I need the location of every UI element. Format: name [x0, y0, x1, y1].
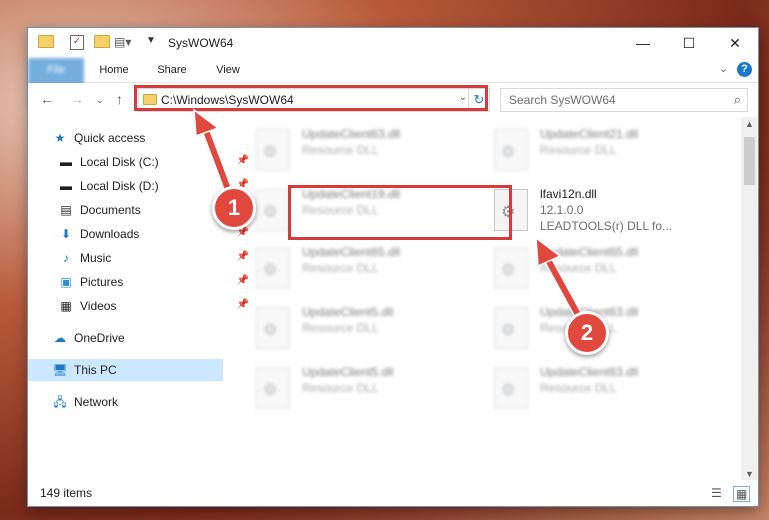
- annotation-arrows: [193, 108, 587, 327]
- arrow-2: [535, 236, 587, 327]
- step-1-badge: 1: [212, 186, 256, 230]
- step-2-badge: 2: [565, 311, 609, 355]
